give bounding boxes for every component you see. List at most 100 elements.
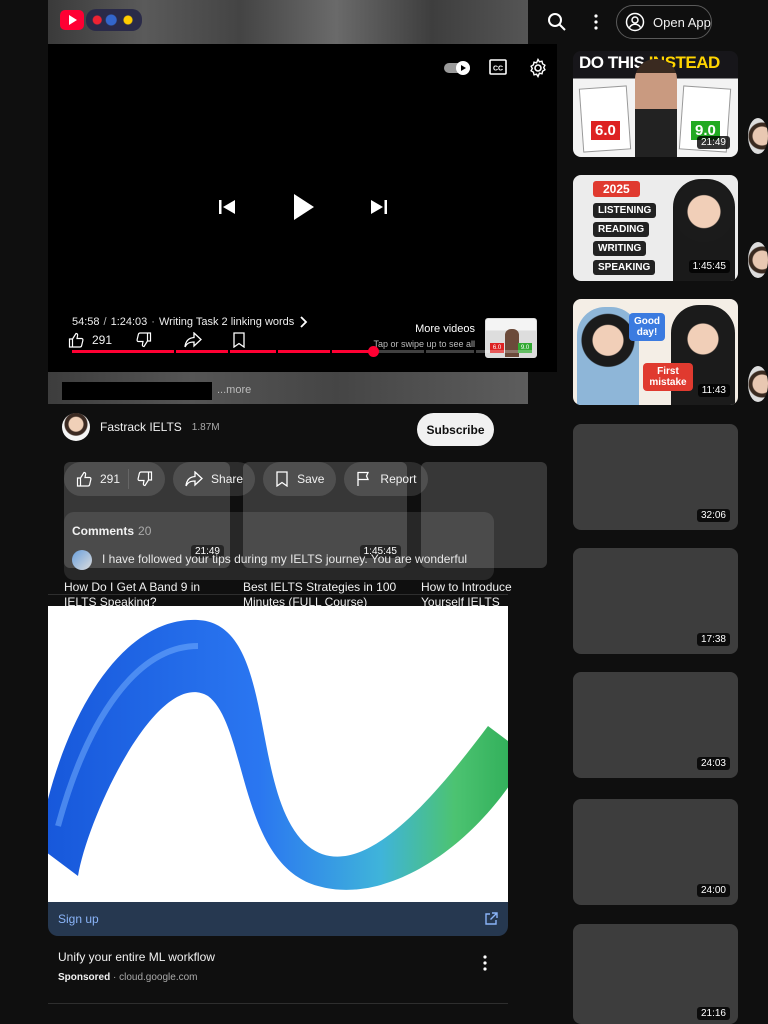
sidebar-video-thumbnail[interactable]: DO THIS INSTEAD 6.0 9.0 21:49 — [573, 51, 738, 157]
channel-name[interactable]: Fastrack IELTS — [100, 420, 182, 434]
channel-avatar[interactable] — [62, 413, 90, 441]
chapter-marker — [330, 350, 332, 353]
thumb-presenter — [635, 59, 677, 157]
divider — [48, 1003, 508, 1004]
thumb-year: 2025 — [593, 181, 640, 197]
video-player[interactable]: CC 54:58 / 1:24:03 · Writing Task 2 link… — [48, 44, 557, 372]
commenter-avatar — [72, 550, 92, 570]
sidebar-video-thumbnail[interactable]: 24:03 — [573, 672, 738, 778]
thumb-label: SPEAKING — [593, 260, 656, 275]
report-button[interactable]: Report — [344, 462, 429, 496]
redacted-block — [62, 382, 212, 400]
thumb-card — [578, 85, 632, 153]
thumb-headline-a: DO THIS — [579, 53, 645, 72]
video-duration: 1:45:45 — [688, 260, 730, 273]
sidebar-video-thumbnail[interactable]: 24:00 — [573, 799, 738, 905]
comments-section[interactable]: Comments 20 I have followed your tips dur… — [64, 512, 494, 580]
flag-icon — [356, 471, 372, 487]
first-comment: I have followed your tips during my IELT… — [102, 552, 468, 566]
save-icon[interactable] — [232, 332, 246, 348]
ad-sponsor-line: Sponsored · cloud.google.com — [58, 972, 198, 983]
more-videos-label[interactable]: More videos — [415, 323, 475, 335]
video-duration: 24:03 — [696, 757, 730, 770]
chapter-marker — [174, 350, 176, 353]
play-icon[interactable] — [292, 192, 316, 222]
sidebar-video-thumbnail[interactable]: Good day! First mistake 11:43 — [573, 299, 738, 405]
external-link-icon[interactable] — [484, 912, 498, 926]
chevron-right-icon — [298, 316, 308, 328]
bookmark-icon — [275, 471, 289, 487]
chapter-marker — [474, 350, 476, 353]
dislike-icon[interactable] — [137, 471, 153, 487]
chapter-marker — [276, 350, 278, 353]
video-duration: 32:06 — [696, 509, 730, 522]
dislike-icon[interactable] — [136, 332, 152, 348]
ad-signup-link[interactable]: Sign up — [58, 912, 99, 926]
thumb-label: WRITING — [593, 241, 647, 256]
previous-icon[interactable] — [218, 198, 236, 216]
ad-domain: cloud.google.com — [119, 972, 198, 983]
youtube-logo[interactable] — [60, 10, 84, 30]
progress-scrubber[interactable] — [367, 346, 379, 357]
peek-avatar — [748, 118, 768, 154]
ad-image[interactable] — [48, 606, 508, 902]
sidebar-video-thumbnail[interactable]: 2025 LISTENING READING WRITING SPEAKING … — [573, 175, 738, 281]
cc-icon[interactable]: CC — [489, 58, 507, 76]
account-icon — [625, 12, 645, 32]
share-icon[interactable] — [184, 332, 202, 348]
like-icon[interactable] — [76, 471, 92, 487]
comments-count: 20 — [138, 524, 152, 538]
share-icon — [185, 471, 203, 487]
video-duration: 17:38 — [696, 633, 730, 646]
thumb-label: READING — [593, 222, 650, 237]
progress-bar[interactable] — [72, 346, 532, 357]
settings-icon[interactable] — [528, 58, 548, 78]
next-icon[interactable] — [370, 198, 388, 216]
peek-avatar — [748, 366, 768, 402]
player-like-row: 291 — [68, 332, 246, 348]
thumb-bubble: Good day! — [629, 313, 665, 341]
thumb-label: LISTENING — [593, 203, 657, 218]
player-like-button[interactable]: 291 — [68, 332, 112, 348]
sidebar-video-thumbnail[interactable]: 17:38 — [573, 548, 738, 654]
thumb-score-left: 6.0 — [591, 121, 620, 140]
subscribe-button[interactable]: Subscribe — [417, 413, 494, 446]
sponsored-badge: Sponsored — [58, 972, 111, 983]
ad-more-icon[interactable] — [482, 954, 488, 972]
ad-cta-bar[interactable]: Sign up — [48, 902, 508, 936]
chapter-marker — [424, 350, 426, 353]
doodle-logo[interactable] — [86, 9, 142, 31]
open-app-label: Open App — [653, 14, 711, 30]
open-app-button[interactable]: Open App — [616, 5, 712, 39]
ad-title[interactable]: Unify your entire ML workflow — [58, 950, 215, 964]
thumb-bubble: First mistake — [643, 363, 693, 391]
autoplay-toggle[interactable] — [444, 60, 472, 76]
more-vert-icon[interactable] — [584, 10, 608, 34]
video-duration: 24:00 — [696, 884, 730, 897]
action-row: 291 Share Save Report — [64, 462, 429, 496]
top-bar: Open App — [0, 0, 768, 44]
subscriber-count: 1.87M — [191, 421, 220, 433]
sidebar-video-thumbnail[interactable]: 32:06 — [573, 424, 738, 530]
divider — [48, 594, 508, 595]
search-icon[interactable] — [545, 10, 569, 34]
player-like-count: 291 — [92, 333, 113, 347]
channel-row[interactable]: Fastrack IELTS 1.87M — [62, 413, 220, 441]
video-duration: 21:16 — [696, 1007, 730, 1020]
current-time: 54:58 — [72, 316, 100, 328]
chapter-marker — [228, 350, 230, 353]
like-icon — [68, 332, 84, 348]
report-label: Report — [380, 472, 417, 486]
description-more-link[interactable]: ...more — [217, 384, 251, 396]
like-dislike-pill[interactable]: 291 — [64, 462, 166, 496]
chapter-info[interactable]: 54:58 / 1:24:03 · Writing Task 2 linking… — [72, 316, 308, 328]
share-button[interactable]: Share — [173, 462, 256, 496]
duration: 1:24:03 — [110, 316, 148, 328]
save-button[interactable]: Save — [263, 462, 337, 496]
ad-card[interactable]: Sign up — [48, 606, 508, 936]
sidebar-video-thumbnail[interactable]: 21:16 — [573, 924, 738, 1024]
chapter-title: Writing Task 2 linking words — [158, 316, 295, 328]
comments-title: Comments — [72, 524, 135, 538]
share-label: Share — [211, 472, 244, 486]
peek-avatar — [748, 242, 768, 278]
